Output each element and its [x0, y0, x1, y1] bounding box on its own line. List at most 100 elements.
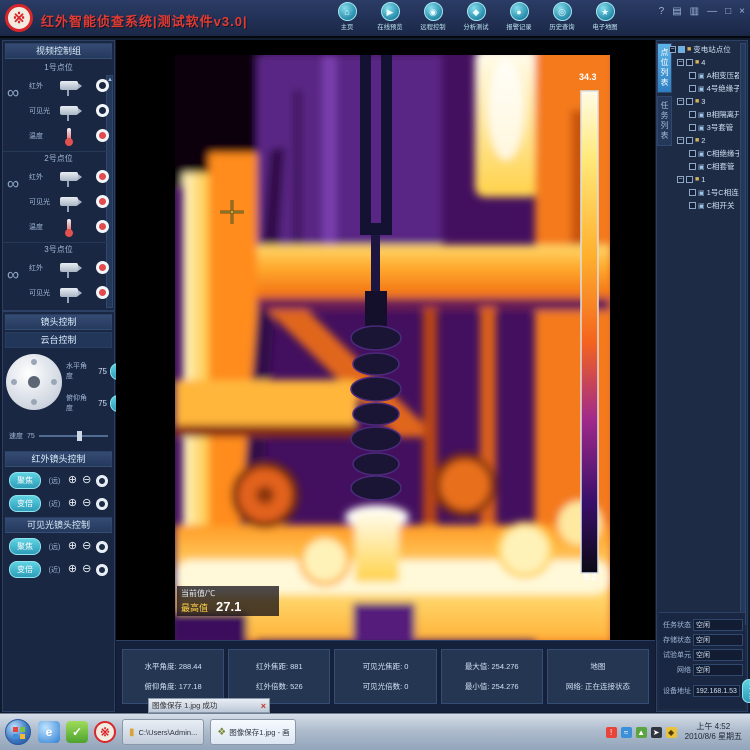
zoom-in-icon[interactable]: ⊕ [68, 498, 77, 509]
image-icon: ❖ [217, 727, 225, 738]
folder-icon: ■ [687, 46, 691, 53]
speed-slider[interactable] [39, 435, 108, 437]
task-status-field[interactable]: 空闲 [693, 619, 743, 631]
tray-alert-icon[interactable]: ! [606, 727, 617, 738]
title-bar: ※ 红外智能侦查系统|测试软件v3.0| ⌂ 主页 ▶ 在线预览 ◉ 远程控制 … [0, 0, 750, 38]
connect-button[interactable]: 连接 [742, 679, 750, 703]
menu-item-alarm-log[interactable]: ● 报警记录 [504, 2, 534, 32]
home-icon: ⌂ [338, 2, 357, 21]
menu-item-analysis[interactable]: ◆ 分析测试 [461, 2, 491, 32]
tree-item[interactable]: ▣ 1号C相连接位 [689, 186, 739, 199]
checkbox[interactable] [689, 85, 696, 92]
close-button[interactable]: × [739, 6, 745, 17]
checkbox[interactable] [686, 176, 693, 183]
vis-focus-button[interactable]: 聚焦 [9, 538, 41, 555]
network-field[interactable]: 空闲 [693, 664, 743, 676]
channel-toggle[interactable] [96, 170, 109, 183]
zoom-in-icon[interactable]: ⊕ [68, 541, 77, 552]
checkbox[interactable] [689, 202, 696, 209]
tray-network-icon[interactable]: ≈ [621, 727, 632, 738]
tree-group[interactable]: − ■ 2 [677, 134, 739, 147]
menu-item-map[interactable]: ★ 电子地图 [590, 2, 620, 32]
checkbox[interactable] [678, 46, 685, 53]
zoom-out-icon[interactable]: ⊖ [82, 475, 91, 486]
tree-item[interactable]: ▣ C相套管 [689, 160, 739, 173]
ir-zoom-button[interactable]: 变倍 [9, 495, 41, 512]
expander-icon[interactable]: − [677, 137, 684, 144]
help-icon[interactable]: ? [659, 6, 665, 17]
channel-toggle[interactable] [96, 129, 109, 142]
checkbox[interactable] [689, 111, 696, 118]
channel-toggle[interactable] [96, 195, 109, 208]
channel-toggle[interactable] [96, 79, 109, 92]
device-ip-field[interactable]: 192.168.1.53 [693, 685, 740, 697]
menu-item-home[interactable]: ⌂ 主页 [332, 2, 362, 32]
tree-group[interactable]: − ■ 3 [677, 95, 739, 108]
slider-thumb[interactable] [77, 431, 82, 441]
tree-group[interactable]: − ■ 4 [677, 56, 739, 69]
zoom-in-icon[interactable]: ⊕ [68, 564, 77, 575]
channel-toggle[interactable] [96, 220, 109, 233]
channel-toggle[interactable] [96, 286, 109, 299]
tree-item[interactable]: ▣ C相绝缘子 [689, 147, 739, 160]
checkbox[interactable] [689, 124, 696, 131]
menu-item-history[interactable]: ◎ 历史查询 [547, 2, 577, 32]
device-icon: ▣ [698, 124, 705, 132]
vis-zoom-button[interactable]: 变倍 [9, 561, 41, 578]
app-taskbar-icon[interactable]: ※ [94, 721, 116, 743]
channel-toggle[interactable] [96, 104, 109, 117]
expander-icon[interactable]: − [669, 46, 676, 53]
stop-icon[interactable] [96, 475, 108, 487]
ir-focus-button[interactable]: 聚焦 [9, 472, 41, 489]
user-icon[interactable]: ▤ [672, 6, 681, 17]
expander-icon[interactable]: − [677, 59, 684, 66]
expander-icon[interactable]: − [677, 176, 684, 183]
zoom-out-icon[interactable]: ⊖ [82, 498, 91, 509]
storage-status-field[interactable]: 空闲 [693, 634, 743, 646]
tree-group[interactable]: − ■ 1 [677, 173, 739, 186]
channel-row-visible: 可见光 [3, 189, 114, 214]
zoom-out-icon[interactable]: ⊖ [82, 541, 91, 552]
browser-icon[interactable]: e [38, 721, 60, 743]
tree-root[interactable]: − ■ 变电站点位 [669, 43, 739, 56]
tree-scrollbar[interactable] [740, 43, 746, 625]
checkbox[interactable] [689, 189, 696, 196]
checkbox[interactable] [686, 98, 693, 105]
checkbox[interactable] [689, 150, 696, 157]
tray-cursor-icon[interactable]: ➤ [651, 727, 662, 738]
tree-item[interactable]: ▣ C相开关 [689, 199, 739, 212]
status-box-network: 地图 网络: 正在连接状态 [547, 649, 649, 704]
thermal-image[interactable] [175, 55, 610, 640]
tree-item[interactable]: ▣ 4号绝缘子 [689, 82, 739, 95]
zoom-in-icon[interactable]: ⊕ [68, 475, 77, 486]
antivirus-icon[interactable]: ✓ [66, 721, 88, 743]
tree-item[interactable]: ▣ A相变压器套管 [689, 69, 739, 82]
channel-toggle[interactable] [96, 261, 109, 274]
tray-update-icon[interactable]: ▲ [636, 727, 647, 738]
checkbox[interactable] [686, 59, 693, 66]
tree-item[interactable]: ▣ B相隔离开关 [689, 108, 739, 121]
menu-item-remote-control[interactable]: ◉ 远程控制 [418, 2, 448, 32]
zoom-out-icon[interactable]: ⊖ [82, 564, 91, 575]
stop-icon[interactable] [96, 498, 108, 510]
expander-icon[interactable]: − [677, 98, 684, 105]
test-unit-field[interactable]: 空闲 [693, 649, 743, 661]
minimize-button[interactable]: — [707, 6, 717, 17]
toast-close-icon[interactable]: × [261, 701, 266, 711]
stop-icon[interactable] [96, 564, 108, 576]
start-button[interactable] [5, 719, 31, 745]
ptz-joystick[interactable] [6, 354, 62, 410]
taskbar-window-explorer[interactable]: ▮ C:\Users\Admin... [122, 719, 204, 745]
taskbar-clock[interactable]: 上午 4:52 2010/8/6 星期五 [681, 722, 746, 742]
checkbox[interactable] [686, 137, 693, 144]
layout-icon[interactable]: ▥ [690, 6, 699, 17]
stop-icon[interactable] [96, 541, 108, 553]
menu-item-live-preview[interactable]: ▶ 在线预览 [375, 2, 405, 32]
checkbox[interactable] [689, 72, 696, 79]
tray-shield-icon[interactable]: ◆ [666, 727, 677, 738]
maximize-button[interactable]: □ [725, 6, 731, 17]
ir-lens-header: 红外镜头控制 [5, 451, 112, 467]
taskbar-window-image[interactable]: ❖ 图像保存1.jpg - 画图 [210, 719, 296, 745]
checkbox[interactable] [689, 163, 696, 170]
tree-item[interactable]: ▣ 3号套管 [689, 121, 739, 134]
